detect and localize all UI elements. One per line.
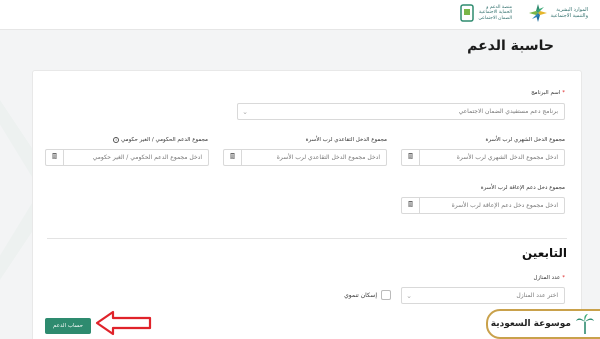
brand-badge: موسوعة السعودية <box>486 309 600 339</box>
calculate-support-button[interactable]: حساب الدعم <box>45 318 91 334</box>
ministry-logo-line-2: والتنمية الاجتماعية <box>550 13 588 19</box>
disability-income-label: مجموع دخل دعم الإعاقة لرب الأسرة <box>480 185 565 191</box>
calculator-icon: 🖩 <box>46 150 64 165</box>
chevron-down-icon: ⌄ <box>242 107 248 116</box>
chevron-down-icon: ⌄ <box>406 291 412 300</box>
monthly-income-field[interactable]: ادخل مجموع الدخل الشهري لرب الأسرة 🖩 <box>401 149 565 166</box>
section-divider <box>47 238 567 239</box>
program-label: *اسم البرنامج <box>531 90 565 96</box>
monthly-income-label: مجموع الدخل الشهري لرب الأسرة <box>485 137 565 143</box>
calculator-icon: 🖩 <box>402 198 420 213</box>
dwellings-count-label-text: عدد المنازل <box>533 275 561 281</box>
gov-support-placeholder: ادخل مجموع الدعم الحكومي / الغير حكومي <box>92 154 202 161</box>
support-platform-icon <box>460 4 475 22</box>
program-select[interactable]: برنامج دعم مستفيدي الضمان الاجتماعي ⌄ <box>237 103 565 120</box>
development-housing-checkbox[interactable] <box>381 290 391 300</box>
program-select-value: برنامج دعم مستفيدي الضمان الاجتماعي <box>458 108 558 115</box>
gov-support-label: مجموع الدعم الحكومي / الغير حكومي i <box>113 137 208 143</box>
calculator-form-card: *اسم البرنامج برنامج دعم مستفيدي الضمان … <box>32 70 582 339</box>
pension-income-field[interactable]: ادخل مجموع الدخل التقاعدي لرب الأسرة 🖩 <box>223 149 387 166</box>
development-housing-label: إسكان تنموي <box>344 291 377 299</box>
calculator-icon: 🖩 <box>402 150 420 165</box>
ministry-emblem-icon <box>528 4 547 22</box>
red-arrow-annotation <box>95 310 152 336</box>
fund-logo-line-2: الحماية الاجتماعية <box>479 10 512 16</box>
info-icon[interactable]: i <box>113 137 120 143</box>
program-label-text: اسم البرنامج <box>531 90 561 96</box>
brand-name: موسوعة السعودية <box>490 319 571 329</box>
brand-palm-icon <box>576 314 594 334</box>
gov-support-label-text: مجموع الدعم الحكومي / الغير حكومي <box>121 137 208 143</box>
top-header: الموارد البشرية والتنمية الاجتماعية منصة… <box>0 0 600 30</box>
dependents-title: التابعين <box>522 246 567 260</box>
dwellings-count-label: *عدد المنازل <box>533 275 566 281</box>
gov-support-field[interactable]: ادخل مجموع الدعم الحكومي / الغير حكومي 🖩 <box>45 149 209 166</box>
calculator-icon: 🖩 <box>224 150 242 165</box>
pension-income-placeholder: ادخل مجموع الدخل التقاعدي لرب الأسرة <box>276 154 380 161</box>
pension-income-label: مجموع الدخل التقاعدي لرب الأسرة <box>305 137 387 143</box>
dwellings-count-placeholder: اختر عدد المنازل <box>516 292 558 299</box>
disability-income-placeholder: ادخل مجموع دخل دعم الإعاقة لرب الأسرة <box>451 202 558 209</box>
fund-logo-line-3: الضمان الاجتماعي <box>478 15 512 21</box>
disability-income-field[interactable]: ادخل مجموع دخل دعم الإعاقة لرب الأسرة 🖩 <box>401 197 565 214</box>
monthly-income-placeholder: ادخل مجموع الدخل الشهري لرب الأسرة <box>456 154 558 161</box>
support-platform-logo: منصة الدعم و الحماية الاجتماعية الضمان ا… <box>459 4 512 22</box>
page-title: حاسبة الدعم <box>467 38 554 54</box>
development-housing-option[interactable]: إسكان تنموي <box>344 290 391 300</box>
dwellings-count-select[interactable]: اختر عدد المنازل ⌄ <box>401 287 565 304</box>
ministry-logo: الموارد البشرية والتنمية الاجتماعية <box>528 3 588 23</box>
